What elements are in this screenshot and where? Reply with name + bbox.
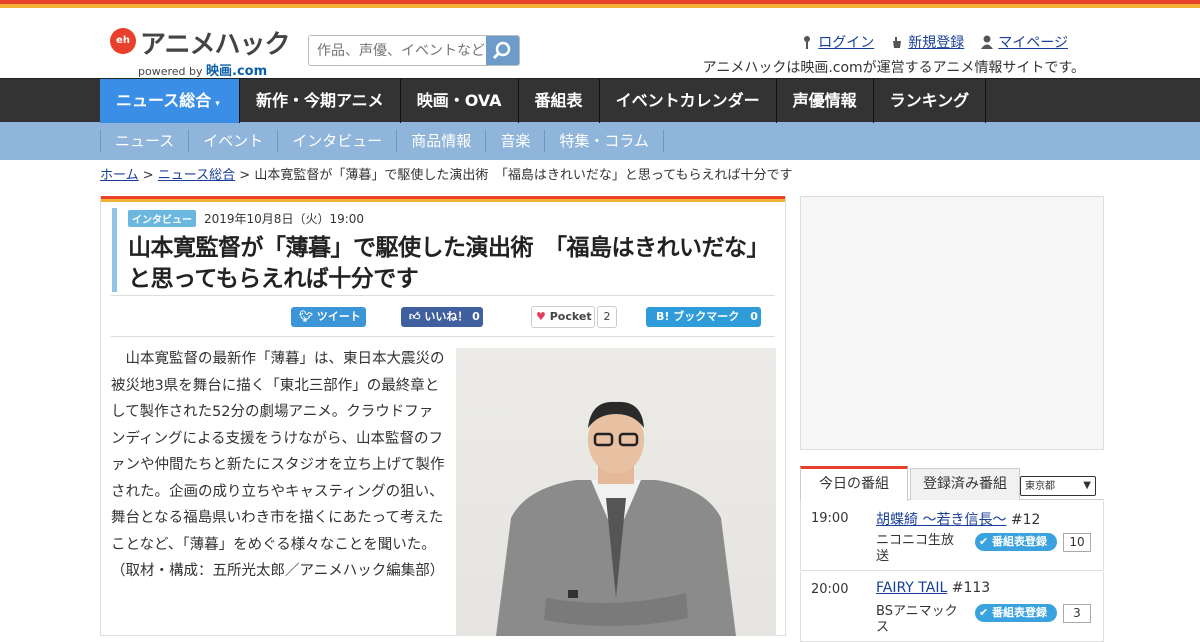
register-label: 番組表登録 <box>992 606 1048 619</box>
breadcrumb-home[interactable]: ホーム <box>100 168 139 183</box>
register-schedule-button[interactable]: ✔︎ 番組表登録 <box>975 604 1057 622</box>
tweet-label: ツイート <box>316 310 361 323</box>
article-date: 2019年10月8日（火）19:00 <box>204 212 365 226</box>
nav-item-event-calendar[interactable]: イベントカレンダー <box>600 79 777 123</box>
prefecture-value: 東京都 <box>1025 481 1055 492</box>
subnav-item-interview[interactable]: インタビュー <box>277 130 396 152</box>
program-episode: #12 <box>1010 512 1041 528</box>
category-badge[interactable]: インタビュー <box>128 210 196 227</box>
program-time: 20:00 <box>811 582 849 597</box>
tv-tabs: 今日の番組 登録済み番組 東京都 ▼ <box>800 465 1104 501</box>
hatena-bookmark-button[interactable]: B! ブックマーク 0 <box>646 307 761 327</box>
program-row: 19:00 胡蝶綺 ～若き信長～ #12 ニコニコ生放送 ✔︎ 番組表登録 10 <box>800 501 1104 571</box>
prefecture-select[interactable]: 東京都 ▼ <box>1020 476 1096 496</box>
register-label: 番組表登録 <box>992 535 1048 548</box>
nav-item-new-anime[interactable]: 新作・今期アニメ <box>240 79 401 123</box>
nav-item-voice-actors[interactable]: 声優情報 <box>777 79 874 123</box>
article-header: インタビュー 2019年10月8日（火）19:00 山本寛監督が「薄暮」で駆使した… <box>112 208 775 292</box>
logo-mark-icon: eh <box>110 28 136 54</box>
tab-today[interactable]: 今日の番組 <box>800 466 908 501</box>
logo-text: アニメハック <box>140 30 290 60</box>
site-tagline: アニメハックは映画.comが運営するアニメ情報サイトです。 <box>702 60 1085 76</box>
mypage-link[interactable]: マイページ <box>980 32 1068 52</box>
person-photo-icon <box>496 401 736 636</box>
pocket-label: Pocket <box>549 310 592 323</box>
facebook-like-button[interactable]: 👍︎ いいね！ 0 <box>401 307 483 327</box>
tweet-button[interactable]: 🐦︎ ツイート <box>291 307 366 327</box>
article-top-stripe <box>101 196 785 202</box>
top-color-stripe <box>0 0 1200 8</box>
like-label: いいね！ 0 <box>424 310 480 323</box>
article: インタビュー 2019年10月8日（火）19:00 山本寛監督が「薄暮」で駆使した… <box>100 196 786 636</box>
program-title: FAIRY TAIL #113 <box>876 580 990 596</box>
powered-by-label: powered by <box>138 65 203 78</box>
tab-registered[interactable]: 登録済み番組 <box>910 468 1020 500</box>
nav-label: ニュース総合 <box>116 91 212 110</box>
subnav-item-music[interactable]: 音楽 <box>485 130 544 152</box>
tv-schedule-widget: 今日の番組 登録済み番組 東京都 ▼ 19:00 胡蝶綺 ～若き信長～ #12 ニ… <box>800 465 1104 642</box>
nav-item-ranking[interactable]: ランキング <box>874 79 987 123</box>
breadcrumb: ホーム > ニュース総合 > 山本寛監督が「薄暮」で駆使した演出術 「福島はきれ… <box>100 164 793 183</box>
powered-brand: 映画.com <box>206 64 268 79</box>
program-channel: BSアニマックス <box>876 604 958 635</box>
site-header: eh アニメハック powered by 映画.com ログイン 新規登録 マイ… <box>0 8 1200 79</box>
search-button[interactable] <box>486 36 519 65</box>
login-link[interactable]: ログイン <box>800 32 874 52</box>
register-count: 3 <box>1063 604 1091 623</box>
check-icon: ✔︎ <box>979 606 993 619</box>
interview-photo <box>456 348 776 636</box>
check-icon: ✔︎ <box>979 535 993 548</box>
program-channel: ニコニコ生放送 <box>876 533 955 564</box>
pocket-count: 2 <box>597 306 617 328</box>
program-episode: #113 <box>951 580 991 596</box>
dropdown-arrow-icon: ▼ <box>1083 480 1091 491</box>
register-schedule-button[interactable]: ✔︎ 番組表登録 <box>975 533 1057 551</box>
program-title: 胡蝶綺 ～若き信長～ #12 <box>876 509 1040 529</box>
program-row: 20:00 FAIRY TAIL #113 BSアニマックス ✔︎ 番組表登録 … <box>800 572 1104 642</box>
nav-item-movie-ova[interactable]: 映画・OVA <box>401 79 519 123</box>
program-title-link[interactable]: FAIRY TAIL <box>876 580 947 596</box>
subnav-item-features[interactable]: 特集・コラム <box>544 130 664 152</box>
mypage-label: マイページ <box>998 35 1068 51</box>
sub-nav: ニュース イベント インタビュー 商品情報 音楽 特集・コラム <box>0 122 1200 160</box>
search-icon <box>492 41 511 60</box>
site-logo[interactable]: eh アニメハック powered by 映画.com <box>110 20 290 79</box>
subnav-item-products[interactable]: 商品情報 <box>396 130 485 152</box>
global-nav: ニュース総合 ▾ 新作・今期アニメ 映画・OVA 番組表 イベントカレンダー 声優… <box>0 78 1200 123</box>
pocket-button[interactable]: ♥︎ Pocket <box>531 306 595 328</box>
article-lead: 山本寛監督の最新作「薄暮」は、東日本大震災の被災地3県を舞台に描く「東北三部作」… <box>111 351 445 579</box>
breadcrumb-current: 山本寛監督が「薄暮」で駆使した演出術 「福島はきれいだな」と思ってもらえれば十分… <box>254 168 793 183</box>
breadcrumb-separator: > <box>235 168 255 183</box>
nav-item-news[interactable]: ニュース総合 ▾ <box>100 79 240 123</box>
twitter-icon: 🐦︎ <box>299 310 317 323</box>
user-icon <box>981 35 994 49</box>
breadcrumb-section[interactable]: ニュース総合 <box>158 168 235 183</box>
signup-label: 新規登録 <box>908 35 965 51</box>
program-time: 19:00 <box>811 511 849 526</box>
account-links: ログイン 新規登録 マイページ <box>800 32 1068 52</box>
key-icon <box>804 36 811 49</box>
hand-icon <box>893 37 902 48</box>
thumbs-up-icon: 👍︎ <box>409 310 425 323</box>
login-label: ログイン <box>818 35 875 51</box>
subnav-item-event[interactable]: イベント <box>188 130 277 152</box>
register-count: 10 <box>1063 533 1091 552</box>
subnav-item-news[interactable]: ニュース <box>100 130 188 152</box>
ad-slot <box>800 196 1104 450</box>
article-title: 山本寛監督が「薄暮」で駆使した演出術 「福島はきれいだな」と思ってもらえれば十分… <box>128 235 770 292</box>
signup-link[interactable]: 新規登録 <box>890 32 964 52</box>
chevron-down-icon: ▾ <box>215 99 220 109</box>
share-bar: 🐦︎ ツイート 👍︎ いいね！ 0 ♥︎ Pocket 2 B! ブックマーク … <box>111 295 775 337</box>
search-input[interactable] <box>309 36 487 65</box>
pocket-icon: ♥︎ <box>536 310 550 323</box>
search-box <box>308 35 520 66</box>
powered-by: powered by 映画.com <box>138 60 267 79</box>
program-title-link[interactable]: 胡蝶綺 ～若き信長～ <box>876 512 1006 528</box>
nav-item-tv-schedule[interactable]: 番組表 <box>519 79 600 123</box>
breadcrumb-separator: > <box>138 168 158 183</box>
